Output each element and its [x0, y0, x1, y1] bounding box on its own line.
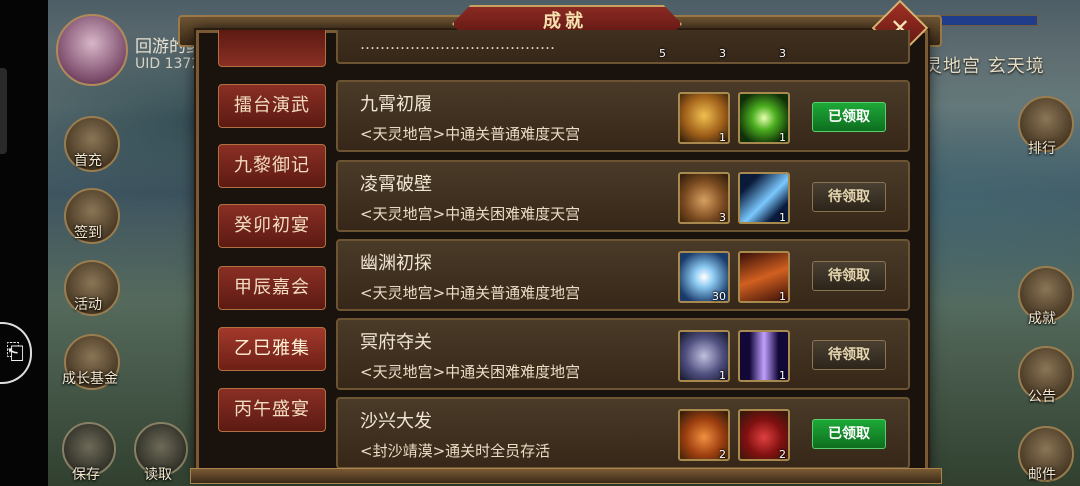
- ice-crystal-icon[interactable]: 30: [678, 251, 730, 303]
- floating-assistant-icon[interactable]: ⎗: [0, 322, 32, 384]
- tab-2[interactable]: 九黎御记: [218, 144, 326, 188]
- reward-count: 1: [779, 131, 786, 144]
- reward-count: 5: [659, 47, 666, 60]
- fire-roots-icon[interactable]: 1: [738, 251, 790, 303]
- menu-label-sign-in: 签到: [74, 225, 102, 241]
- golden-bowl-icon[interactable]: 1: [678, 92, 730, 144]
- claim-button[interactable]: 待领取: [812, 182, 886, 212]
- device-edge: ⎗: [0, 0, 48, 486]
- achievement-card: 幽渊初探 <天灵地宫>中通关普通难度地宫 30 1 待领取: [336, 239, 910, 311]
- achievement-desc: <天灵地宫>中通关普通难度地宫: [360, 284, 581, 302]
- reward-count: 2: [719, 448, 726, 461]
- reward-count: 30: [712, 290, 726, 303]
- tab-3[interactable]: 癸卯初宴: [218, 204, 326, 248]
- blue-light-icon[interactable]: 1: [738, 172, 790, 224]
- menu-label-growth-fund: 成长基金: [62, 371, 118, 387]
- menu-label-first-charge: 首充: [74, 153, 102, 169]
- claimed-button[interactable]: 已领取: [812, 102, 886, 132]
- claimed-button[interactable]: 已领取: [812, 419, 886, 449]
- orange-fruit-icon[interactable]: 2: [678, 409, 730, 461]
- reward-count: 1: [779, 211, 786, 224]
- pouch-icon[interactable]: 3: [678, 172, 730, 224]
- tab-6[interactable]: 丙午盛宴: [218, 388, 326, 432]
- achievement-list[interactable]: ………………………………… 5 3 3 九霄初履 <天灵地宫>中通关普通难度天宫 1…: [334, 30, 910, 468]
- achievement-name: 九霄初履: [360, 94, 432, 115]
- achievement-card: 凌霄破壁 <天灵地宫>中通关困难难度天宫 3 1 待领取: [336, 160, 910, 232]
- reward-count: 3: [719, 211, 726, 224]
- reward-count: 3: [719, 47, 726, 60]
- reward-count: 1: [779, 290, 786, 303]
- panel-bottom-frame: [190, 468, 942, 484]
- achievement-name: 凌霄破壁: [360, 174, 432, 195]
- achievement-card: 冥府夺关 <天灵地宫>中通关困难难度地宫 1 1 待领取: [336, 318, 910, 390]
- purple-beam-icon[interactable]: 1: [738, 330, 790, 382]
- save-label: 保存: [72, 467, 100, 483]
- treasure-chest-icon[interactable]: 1: [678, 330, 730, 382]
- tab-5[interactable]: 乙巳雅集: [218, 327, 326, 371]
- achievement-name: 沙兴大发: [360, 411, 432, 432]
- achievement-desc: <天灵地宫>中通关困难难度天宫: [360, 205, 581, 223]
- achievement-name: 冥府夺关: [360, 332, 432, 353]
- player-uid: UID 1372: [135, 56, 201, 72]
- red-fruit-icon[interactable]: 2: [738, 409, 790, 461]
- achievement-name: 幽渊初探: [360, 253, 432, 274]
- tab-4[interactable]: 甲辰嘉会: [218, 266, 326, 310]
- claim-button[interactable]: 待领取: [812, 340, 886, 370]
- tab-partial[interactable]: [218, 30, 326, 67]
- edge-handle[interactable]: [0, 68, 7, 154]
- reward-count: 2: [779, 448, 786, 461]
- achievement-desc: <封沙靖漠>通关时全员存活: [360, 442, 551, 460]
- menu-label-notice: 公告: [1028, 389, 1056, 405]
- achievement-card: 九霄初履 <天灵地宫>中通关普通难度天宫 1 1 已领取: [336, 80, 910, 152]
- menu-label-activity: 活动: [74, 297, 102, 313]
- achievement-card-partial: ………………………………… 5 3 3: [336, 30, 910, 64]
- achievement-desc: <天灵地宫>中通关普通难度天宫: [360, 125, 581, 143]
- tab-1[interactable]: 擂台演武: [218, 84, 326, 128]
- achievement-desc: <天灵地宫>中通关困难难度地宫: [360, 363, 581, 381]
- player-avatar[interactable]: [56, 14, 128, 86]
- location-label: 灵地宫 玄天境: [924, 56, 1045, 77]
- claim-button[interactable]: 待领取: [812, 261, 886, 291]
- reward-count: 1: [779, 369, 786, 382]
- reward-count: 3: [779, 47, 786, 60]
- achievement-desc: …………………………………: [360, 35, 555, 53]
- achievement-card: 沙兴大发 <封沙靖漠>通关时全员存活 2 2 已领取: [336, 397, 910, 468]
- reward-count: 1: [719, 131, 726, 144]
- menu-label-ranking: 排行: [1028, 141, 1056, 157]
- load-label: 读取: [144, 467, 172, 483]
- menu-label-achievement: 成就: [1028, 311, 1056, 327]
- menu-label-mail: 邮件: [1028, 467, 1056, 483]
- reward-count: 1: [719, 369, 726, 382]
- green-burst-icon[interactable]: 1: [738, 92, 790, 144]
